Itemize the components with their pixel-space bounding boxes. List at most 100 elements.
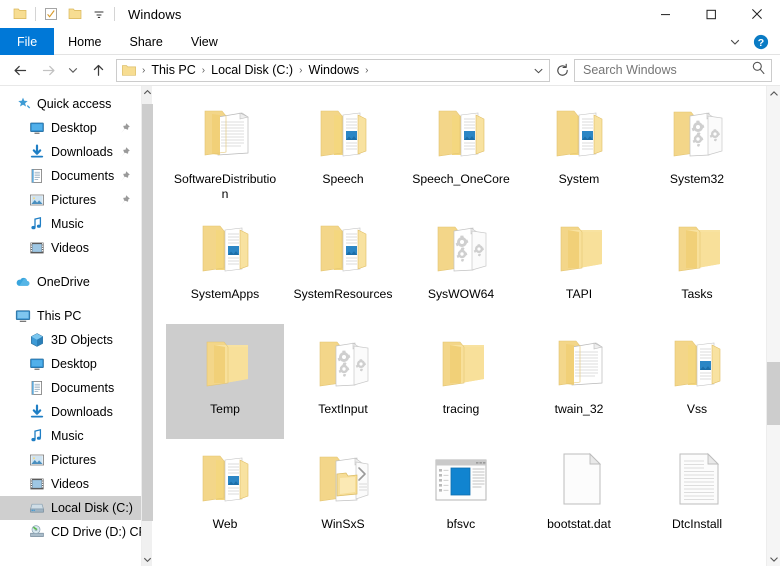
content-scrollbar[interactable] (766, 86, 780, 566)
content-scroll-track[interactable] (767, 101, 780, 551)
search-box[interactable] (574, 59, 772, 82)
minimize-button[interactable] (642, 0, 688, 28)
file-item[interactable]: bootstat.dat (520, 439, 638, 554)
pin-icon[interactable] (119, 122, 131, 134)
file-item[interactable]: tracing (402, 324, 520, 439)
file-item[interactable]: twain_32 (520, 324, 638, 439)
breadcrumb-local-disk[interactable]: Local Disk (C:) (208, 63, 296, 77)
content-scroll-down-icon[interactable] (767, 551, 780, 566)
up-button[interactable] (84, 57, 112, 83)
sidebar-item-label: 3D Objects (51, 333, 113, 347)
sidebar-item-local-disk-c[interactable]: Local Disk (C:) (0, 496, 141, 520)
sidebar-item-pictures[interactable]: Pictures (0, 448, 141, 472)
file-item[interactable]: Tasks (638, 209, 756, 324)
new-folder-icon[interactable] (39, 3, 63, 25)
refresh-button[interactable] (552, 59, 572, 82)
breadcrumb-separator-0[interactable]: › (139, 65, 148, 76)
sidebar-item-music[interactable]: Music (0, 424, 141, 448)
close-button[interactable] (734, 0, 780, 28)
file-item[interactable]: DtcInstall (638, 439, 756, 554)
desktop-monitor-icon (28, 356, 45, 372)
file-item[interactable]: SystemApps (166, 209, 284, 324)
sidebar-item-videos[interactable]: Videos (0, 236, 141, 260)
tab-file[interactable]: File (0, 28, 54, 55)
file-item[interactable]: Temp (166, 324, 284, 439)
tab-share[interactable]: Share (116, 28, 177, 55)
file-item-label: Speech_OneCore (410, 172, 512, 187)
breadcrumb-separator-1[interactable]: › (199, 65, 208, 76)
sidebar-item-pictures[interactable]: Pictures (0, 188, 141, 212)
file-item-label: SoftwareDistribution (169, 172, 281, 201)
chevron-down-icon[interactable] (726, 33, 744, 51)
breadcrumb-separator-2[interactable]: › (296, 65, 305, 76)
sidebar-scroll-track[interactable] (142, 99, 153, 553)
tab-view[interactable]: View (177, 28, 232, 55)
sidebar-item-documents[interactable]: Documents (0, 376, 141, 400)
sidebar-scroll-up-icon[interactable] (142, 86, 153, 99)
this-pc-monitor-icon (14, 308, 31, 324)
file-item-label: bfsvc (445, 517, 477, 532)
customize-qat-icon[interactable] (87, 3, 111, 25)
folder-empty-icon (660, 213, 734, 285)
sidebar-item-onedrive[interactable]: OneDrive (0, 270, 141, 294)
file-item-label: TAPI (564, 287, 594, 302)
file-item-label: Vss (685, 402, 709, 417)
file-item[interactable]: Web (166, 439, 284, 554)
file-item[interactable]: SoftwareDistribution (166, 94, 284, 209)
pin-icon[interactable] (119, 194, 131, 206)
folder-with-media-icon (660, 328, 734, 400)
sidebar-item-this-pc[interactable]: This PC (0, 304, 141, 328)
sidebar-item-videos[interactable]: Videos (0, 472, 141, 496)
folder-shortcut-icon[interactable] (63, 3, 87, 25)
sidebar-item-downloads[interactable]: Downloads (0, 400, 141, 424)
file-item[interactable]: Speech_OneCore (402, 94, 520, 209)
file-item[interactable]: SysWOW64 (402, 209, 520, 324)
sidebar-item-downloads[interactable]: Downloads (0, 140, 141, 164)
file-item[interactable]: System (520, 94, 638, 209)
sidebar-item-cd-drive-d-cp[interactable]: CD Drive (D:) CP (0, 520, 141, 544)
breadcrumb-this-pc[interactable]: This PC (148, 63, 198, 77)
file-item[interactable]: TAPI (520, 209, 638, 324)
sidebar-item-quick-access[interactable]: Quick access (0, 92, 141, 116)
search-input[interactable] (583, 63, 751, 77)
file-item[interactable]: Speech (284, 94, 402, 209)
file-item[interactable]: System32 (638, 94, 756, 209)
help-icon[interactable]: ? (752, 33, 770, 51)
sidebar-item-3d-objects[interactable]: 3D Objects (0, 328, 141, 352)
forward-button[interactable] (34, 57, 62, 83)
content-scroll-thumb[interactable] (767, 362, 780, 425)
text-document-icon (660, 443, 734, 515)
maximize-button[interactable] (688, 0, 734, 28)
sidebar-item-desktop[interactable]: Desktop (0, 352, 141, 376)
file-item[interactable]: TextInput (284, 324, 402, 439)
folder-properties-icon[interactable] (8, 3, 32, 25)
file-item[interactable]: bfsvc (402, 439, 520, 554)
folder-empty-icon (188, 328, 262, 400)
sidebar-item-label: This PC (37, 309, 81, 323)
file-item[interactable]: SystemResources (284, 209, 402, 324)
breadcrumb-folder-icon[interactable] (121, 63, 137, 78)
sidebar-item-music[interactable]: Music (0, 212, 141, 236)
sidebar-scrollbar[interactable] (141, 86, 152, 566)
sidebar-item-documents[interactable]: Documents (0, 164, 141, 188)
folder-with-media-icon (306, 213, 380, 285)
breadcrumb-windows[interactable]: Windows (305, 63, 362, 77)
ribbon-right-controls: ? (726, 28, 776, 55)
search-icon[interactable] (751, 60, 766, 80)
file-item-label: SystemApps (189, 287, 261, 302)
pin-icon[interactable] (119, 170, 131, 182)
file-item[interactable]: Vss (638, 324, 756, 439)
tab-home[interactable]: Home (54, 28, 115, 55)
sidebar-scroll-down-icon[interactable] (142, 553, 153, 566)
recent-locations-button[interactable] (62, 57, 84, 83)
breadcrumb[interactable]: › This PC › Local Disk (C:) › Windows › (116, 59, 550, 82)
pin-icon[interactable] (119, 146, 131, 158)
sidebar-item-desktop[interactable]: Desktop (0, 116, 141, 140)
sidebar-scroll-thumb[interactable] (142, 104, 153, 522)
address-dropdown-icon[interactable] (529, 60, 547, 81)
breadcrumb-separator-3[interactable]: › (362, 65, 371, 76)
content-scroll-up-icon[interactable] (767, 86, 780, 101)
file-item[interactable]: WinSxS (284, 439, 402, 554)
file-item-label: SystemResources (292, 287, 395, 302)
back-button[interactable] (6, 57, 34, 83)
